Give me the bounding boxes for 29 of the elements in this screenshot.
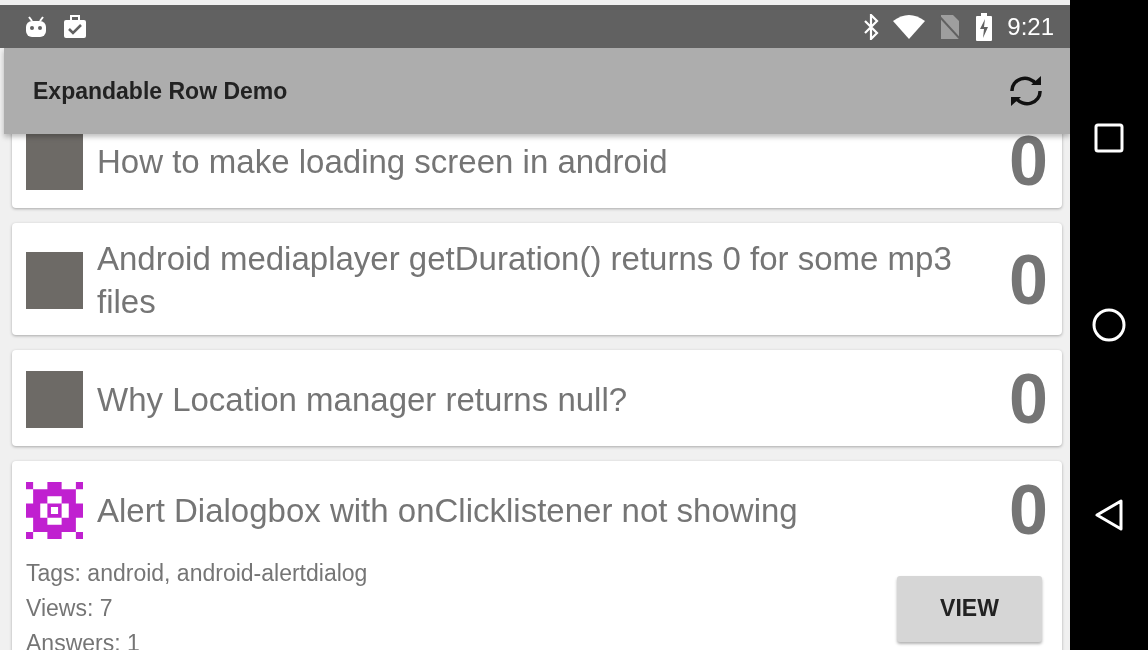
no-sim-icon <box>939 13 962 40</box>
home-icon[interactable] <box>1092 308 1126 343</box>
tags-text: Tags: android, android-alertdialog <box>26 559 369 588</box>
view-button[interactable]: VIEW <box>897 575 1042 642</box>
question-title: Alert Dialogbox with onClicklistener not showing <box>97 490 799 531</box>
bluetooth-icon <box>863 13 880 40</box>
answer-count: 0 <box>1009 475 1048 545</box>
recents-icon[interactable] <box>1094 122 1124 153</box>
views-text: Views: 7 <box>26 594 114 623</box>
question-card[interactable]: Android mediaplayer getDuration() returns 0 for some mp3 files 0 <box>12 223 1062 335</box>
question-title: Android mediaplayer getDuration() returns 0 for some mp3 files <box>97 239 953 322</box>
question-title: How to make loading screen in android <box>97 141 669 182</box>
status-time: 9:21 <box>1007 12 1054 41</box>
identicon-avatar <box>26 481 83 539</box>
app-title: Expandable Row Demo <box>33 77 289 105</box>
photo-placeholder <box>26 251 83 309</box>
question-card[interactable]: How to make loading screen in android 0 <box>12 134 1062 208</box>
answer-count: 0 <box>1009 364 1048 434</box>
question-title: Why Location manager returns null? <box>97 379 629 420</box>
photo-placeholder <box>26 370 83 428</box>
back-icon[interactable] <box>1094 498 1124 533</box>
battery-charging-icon <box>975 12 994 41</box>
question-card[interactable]: Why Location manager returns null? 0 <box>12 350 1062 446</box>
android-icon <box>24 15 48 38</box>
clipboard-check-icon <box>62 14 88 39</box>
answer-count: 0 <box>1009 245 1048 315</box>
answer-count: 0 <box>1009 134 1048 196</box>
wifi-icon <box>893 14 926 39</box>
photo-placeholder <box>26 134 83 190</box>
